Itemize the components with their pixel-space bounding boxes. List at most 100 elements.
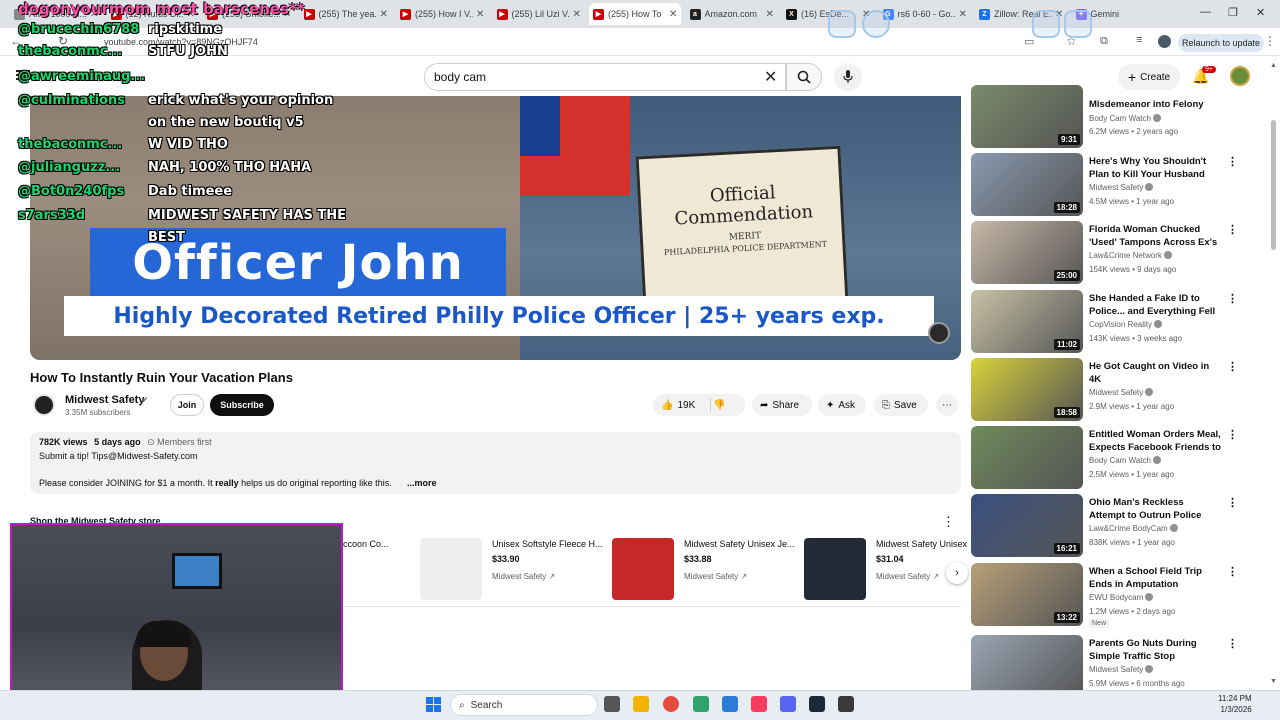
steam-icon[interactable] bbox=[809, 696, 825, 712]
video-menu-icon[interactable]: ⋮ bbox=[1227, 428, 1238, 441]
recommended-video[interactable]: 9:31 Misdemeanor into Felony Body Cam Watc… bbox=[971, 85, 1261, 149]
recommended-video[interactable]: Entitled Woman Orders Meal, Expects Face… bbox=[971, 426, 1261, 490]
save-button[interactable]: ⎘ Save bbox=[874, 394, 928, 416]
browser-tab[interactable]: ▶ (255) Lil Uzi V... ✕ bbox=[493, 3, 585, 25]
recommended-title[interactable]: Ohio Man's Reckless Attempt to Outrun Po… bbox=[1089, 496, 1221, 522]
video-menu-icon[interactable]: ⋮ bbox=[1227, 155, 1238, 168]
recommended-title[interactable]: He Got Caught on Video in 4K bbox=[1089, 360, 1221, 386]
browser-tab[interactable]: ▶ (255) The yea... ✕ bbox=[300, 3, 392, 25]
recommended-title[interactable]: Entitled Woman Orders Meal, Expects Face… bbox=[1089, 428, 1221, 454]
recommended-channel[interactable]: CopVision Reality bbox=[1089, 319, 1162, 329]
discord-icon[interactable] bbox=[780, 696, 796, 712]
recommended-channel[interactable]: Law&Crime BodyCam bbox=[1089, 523, 1178, 533]
video-menu-icon[interactable]: ⋮ bbox=[1227, 496, 1238, 509]
video-thumbnail[interactable]: 16:21 bbox=[971, 494, 1083, 557]
video-thumbnail[interactable]: 25:00 bbox=[971, 221, 1083, 284]
recommended-video[interactable]: 25:00 Florida Woman Chucked 'Used' Tampon… bbox=[971, 221, 1261, 285]
search-query[interactable]: body cam bbox=[434, 70, 486, 84]
video-thumbnail[interactable] bbox=[971, 426, 1083, 489]
channel-avatar[interactable] bbox=[33, 394, 55, 416]
store-product[interactable]: Unisex Softstyle Fleece H... $33.90 Midwes… bbox=[420, 534, 606, 604]
video-thumbnail[interactable]: 11:02 bbox=[971, 290, 1083, 353]
chrome-icon[interactable] bbox=[663, 696, 679, 712]
recommended-video[interactable]: 18:58 He Got Caught on Video in 4K Midwest… bbox=[971, 358, 1261, 422]
store-product[interactable]: Midwest Safety Unisex Je... $33.88 Midwest… bbox=[612, 534, 798, 604]
relaunch-button[interactable]: Relaunch to update bbox=[1178, 34, 1264, 52]
recommended-channel[interactable]: Law&Crime Network bbox=[1089, 250, 1172, 260]
recommended-title[interactable]: She Handed a Fake ID to Police... and Ev… bbox=[1089, 292, 1221, 318]
recommended-title[interactable]: Misdemeanor into Felony bbox=[1089, 98, 1221, 111]
recommended-channel[interactable]: Midwest Safety bbox=[1089, 664, 1154, 674]
tab-close-icon[interactable]: ✕ bbox=[766, 9, 774, 20]
share-button[interactable]: ➦ Share bbox=[752, 394, 812, 416]
account-avatar[interactable] bbox=[1230, 66, 1250, 86]
voice-search-button[interactable] bbox=[834, 63, 862, 91]
recommended-video[interactable]: 13:22 When a School Field Trip Ends in Am… bbox=[971, 563, 1261, 628]
taskbar-clock[interactable]: 11:24 PM 1/3/2026 bbox=[1218, 693, 1252, 715]
minimize-icon[interactable]: — bbox=[1200, 6, 1211, 18]
clear-search-icon[interactable]: ✕ bbox=[764, 67, 777, 87]
close-window-icon[interactable]: ✕ bbox=[1256, 6, 1265, 19]
browser-tab[interactable]: ▶ (255) How I V... ✕ bbox=[396, 3, 488, 25]
cast-icon[interactable]: ▭ bbox=[1024, 35, 1034, 48]
channel-name[interactable]: Midwest Safety bbox=[65, 394, 144, 406]
tab-close-icon[interactable]: ✕ bbox=[573, 9, 581, 20]
recommended-title[interactable]: Florida Woman Chucked 'Used' Tampons Acr… bbox=[1089, 223, 1221, 249]
tab-close-icon[interactable]: ✕ bbox=[669, 9, 677, 20]
recommended-video[interactable]: 11:02 She Handed a Fake ID to Police... a… bbox=[971, 290, 1261, 354]
video-thumbnail[interactable]: 13:22 bbox=[971, 563, 1083, 626]
like-count[interactable]: 19K bbox=[677, 400, 695, 411]
recommended-channel[interactable]: EWU Bodycam bbox=[1089, 592, 1154, 602]
browser-tab[interactable]: Grs6 0-60 - Go... ✕ bbox=[879, 3, 971, 25]
join-button[interactable]: Join bbox=[170, 394, 204, 416]
recommended-title[interactable]: Parents Go Nuts During Simple Traffic St… bbox=[1089, 637, 1221, 663]
mail-icon[interactable] bbox=[722, 696, 738, 712]
tab-close-icon[interactable]: ✕ bbox=[476, 9, 484, 20]
video-thumbnail[interactable]: 18:58 bbox=[971, 358, 1083, 421]
tab-close-icon[interactable]: ✕ bbox=[959, 9, 967, 20]
more-actions-button[interactable]: ⋯ bbox=[936, 394, 958, 416]
recommended-video[interactable]: 18:28 Here's Why You Shouldn't Plan to Ki… bbox=[971, 153, 1261, 217]
search-button[interactable] bbox=[786, 63, 822, 91]
recommended-channel[interactable]: Body Cam Watch bbox=[1089, 113, 1161, 123]
browser-tab[interactable]: a Amazon.com ✕ bbox=[686, 3, 778, 25]
dislike-icon[interactable]: 👎 bbox=[713, 400, 725, 411]
like-icon[interactable]: 👍 bbox=[661, 400, 673, 411]
windows-start-icon[interactable] bbox=[426, 697, 441, 712]
maximize-icon[interactable]: ❐ bbox=[1228, 6, 1238, 19]
video-player[interactable]: Official Commendation MERIT PHILADELPHIA… bbox=[30, 96, 961, 360]
recommended-channel[interactable]: Midwest Safety bbox=[1089, 387, 1154, 397]
video-thumbnail[interactable]: 9:31 bbox=[971, 85, 1083, 148]
browser-menu-icon[interactable]: ⋮ bbox=[1264, 34, 1276, 48]
taskbar-search[interactable]: ⌕ Search bbox=[450, 694, 598, 716]
video-menu-icon[interactable]: ⋮ bbox=[1227, 292, 1238, 305]
store-next-button[interactable]: › bbox=[946, 562, 968, 584]
extensions-icon[interactable]: ⧉ bbox=[1100, 35, 1108, 48]
show-more-link[interactable]: ...more bbox=[407, 478, 437, 488]
tab-close-icon[interactable]: ✕ bbox=[380, 9, 388, 20]
file-explorer-icon[interactable] bbox=[633, 696, 649, 712]
task-view-icon[interactable] bbox=[604, 696, 620, 712]
downloads-icon[interactable]: ≡ bbox=[1136, 34, 1142, 46]
recommended-channel[interactable]: Midwest Safety bbox=[1089, 182, 1154, 192]
video-thumbnail[interactable] bbox=[971, 635, 1083, 698]
video-menu-icon[interactable]: ⋮ bbox=[1227, 223, 1238, 236]
scrollbar-thumb[interactable] bbox=[1271, 120, 1276, 250]
recommended-channel[interactable]: Body Cam Watch bbox=[1089, 455, 1161, 465]
recommended-title[interactable]: When a School Field Trip Ends in Amputat… bbox=[1089, 565, 1221, 591]
music-icon[interactable] bbox=[751, 696, 767, 712]
app-icon-green[interactable] bbox=[693, 696, 709, 712]
video-menu-icon[interactable]: ⋮ bbox=[1227, 637, 1238, 650]
ask-button[interactable]: ✦ Ask bbox=[818, 394, 866, 416]
subscribe-button[interactable]: Subscribe bbox=[210, 394, 274, 416]
store-menu-icon[interactable]: ⋮ bbox=[942, 514, 955, 530]
recommended-title[interactable]: Here's Why You Shouldn't Plan to Kill Yo… bbox=[1089, 155, 1221, 181]
browser-tab[interactable]: ▶ (255) How To ✕ bbox=[589, 3, 682, 25]
scroll-up-arrow[interactable]: ▲ bbox=[1270, 62, 1277, 69]
video-menu-icon[interactable]: ⋮ bbox=[1227, 360, 1238, 373]
store-product[interactable]: Midwest Safety Unisex $31.04 Midwest Safet… bbox=[804, 534, 967, 604]
profile-avatar-icon[interactable] bbox=[1158, 35, 1171, 48]
video-thumbnail[interactable]: 18:28 bbox=[971, 153, 1083, 216]
calculator-icon[interactable] bbox=[838, 696, 854, 712]
video-menu-icon[interactable]: ⋮ bbox=[1227, 565, 1238, 578]
